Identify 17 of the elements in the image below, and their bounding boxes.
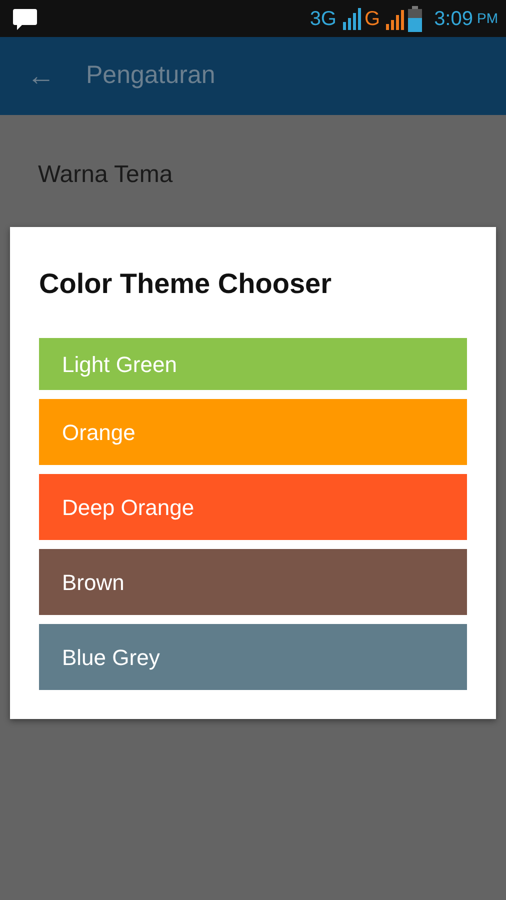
network-type: 3G: [310, 6, 336, 32]
back-button[interactable]: ←: [26, 55, 56, 97]
theme-option[interactable]: Light Green: [39, 338, 467, 390]
network-type: G: [364, 6, 380, 32]
dialog-title: Color Theme Chooser: [39, 267, 332, 301]
battery-icon: [408, 6, 422, 32]
signal-icon: [340, 8, 360, 30]
signal-icon: [384, 8, 404, 30]
theme-option[interactable]: Deep Orange: [39, 474, 467, 540]
clock-meridiem: PM: [477, 9, 498, 28]
chat-icon: [12, 6, 38, 30]
clock-time: 3:09: [434, 6, 473, 32]
theme-option[interactable]: Brown: [39, 549, 467, 615]
setting-label[interactable]: Warna Tema: [38, 161, 173, 188]
theme-option[interactable]: Orange: [39, 399, 467, 465]
theme-option[interactable]: Blue Grey: [39, 624, 467, 690]
app-title: Pengaturan: [86, 60, 216, 92]
